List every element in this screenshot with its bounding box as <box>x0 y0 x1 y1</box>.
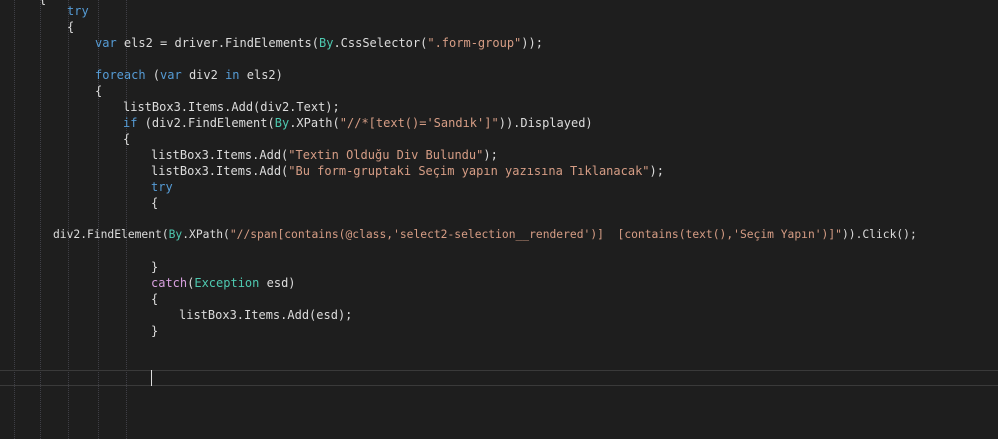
code-token: (div2.FindElement( <box>137 116 275 130</box>
code-token: listBox3.Items.Add(esd); <box>179 308 353 322</box>
code-token: var <box>160 68 182 82</box>
code-line[interactable]: listBox3.Items.Add(div2.Text); <box>123 99 340 115</box>
code-token: { <box>67 20 75 34</box>
code-line[interactable]: } <box>151 323 158 339</box>
code-token: Exception <box>194 276 260 290</box>
code-token: if <box>123 116 138 130</box>
code-line[interactable]: listBox3.Items.Add("Textin Olduğu Div Bu… <box>151 147 498 163</box>
code-token: listBox3.Items.Add( <box>151 164 289 178</box>
code-token: .XPath( <box>182 228 230 241</box>
code-token: els2) <box>239 68 283 82</box>
code-token: .XPath( <box>289 116 340 130</box>
code-token: try <box>151 180 173 194</box>
code-token: div2 <box>181 68 226 82</box>
code-token: esd) <box>259 276 296 290</box>
code-token: )).Displayed) <box>498 116 593 130</box>
code-token: ); <box>483 148 498 162</box>
code-token: try <box>67 4 89 18</box>
code-token: listBox3.Items.Add( <box>151 148 289 162</box>
code-token: foreach <box>95 68 146 82</box>
code-line[interactable]: div2.FindElement(By.XPath("//span[contai… <box>53 227 917 243</box>
code-token: "//*[text()='Sandık']" <box>339 116 499 130</box>
code-token: { <box>39 0 46 6</box>
code-token: By <box>274 116 290 130</box>
code-line[interactable]: foreach (var div2 in els2) <box>95 67 283 83</box>
code-line[interactable]: { <box>95 83 102 99</box>
code-token: ".form-group" <box>427 36 522 50</box>
code-line[interactable]: catch(Exception esd) <box>151 275 296 291</box>
code-line[interactable]: { <box>67 19 74 35</box>
code-token: )); <box>521 36 543 50</box>
code-token: { <box>123 132 131 146</box>
code-token: var <box>95 36 117 50</box>
code-line[interactable]: { <box>39 0 46 7</box>
code-token: By <box>168 228 183 241</box>
code-line[interactable]: try <box>151 179 173 195</box>
code-token: "Bu form-gruptaki Seçim yapın yazısına T… <box>288 164 650 178</box>
code-line[interactable]: var els2 = driver.FindElements(By.CssSel… <box>95 35 543 51</box>
code-line[interactable]: if (div2.FindElement(By.XPath("//*[text(… <box>123 115 593 131</box>
code-line[interactable]: listBox3.Items.Add("Bu form-gruptaki Seç… <box>151 163 664 179</box>
code-token: By <box>318 36 334 50</box>
current-line-highlight <box>0 370 998 386</box>
text-caret <box>151 370 152 386</box>
code-token: )).Click(); <box>841 228 917 241</box>
code-token: } <box>151 324 159 338</box>
code-token: in <box>225 68 240 82</box>
code-line[interactable]: { <box>123 131 130 147</box>
code-token: { <box>151 292 159 306</box>
code-line[interactable]: } <box>151 259 158 275</box>
code-line[interactable]: { <box>151 291 158 307</box>
code-token: ( <box>145 68 161 82</box>
code-token: "Textin Olduğu Div Bulundu" <box>288 148 484 162</box>
code-token: div2.FindElement( <box>53 228 169 241</box>
code-token: } <box>151 260 159 274</box>
code-token: "//span[contains(@class,'select2-selecti… <box>229 228 842 241</box>
code-line[interactable]: { <box>151 195 158 211</box>
code-line[interactable]: try <box>67 3 89 19</box>
code-token: listBox3.Items.Add(div2.Text); <box>123 100 340 114</box>
code-line[interactable]: listBox3.Items.Add(esd); <box>179 307 352 323</box>
code-editor[interactable]: { try { var els2 = driver.FindElements(B… <box>0 0 998 439</box>
code-token: .CssSelector( <box>333 36 428 50</box>
code-token: { <box>151 196 159 210</box>
code-token: els2 = driver.FindElements( <box>116 36 319 50</box>
code-token: ); <box>649 164 664 178</box>
code-token: { <box>95 84 103 98</box>
code-token: catch <box>151 276 188 290</box>
